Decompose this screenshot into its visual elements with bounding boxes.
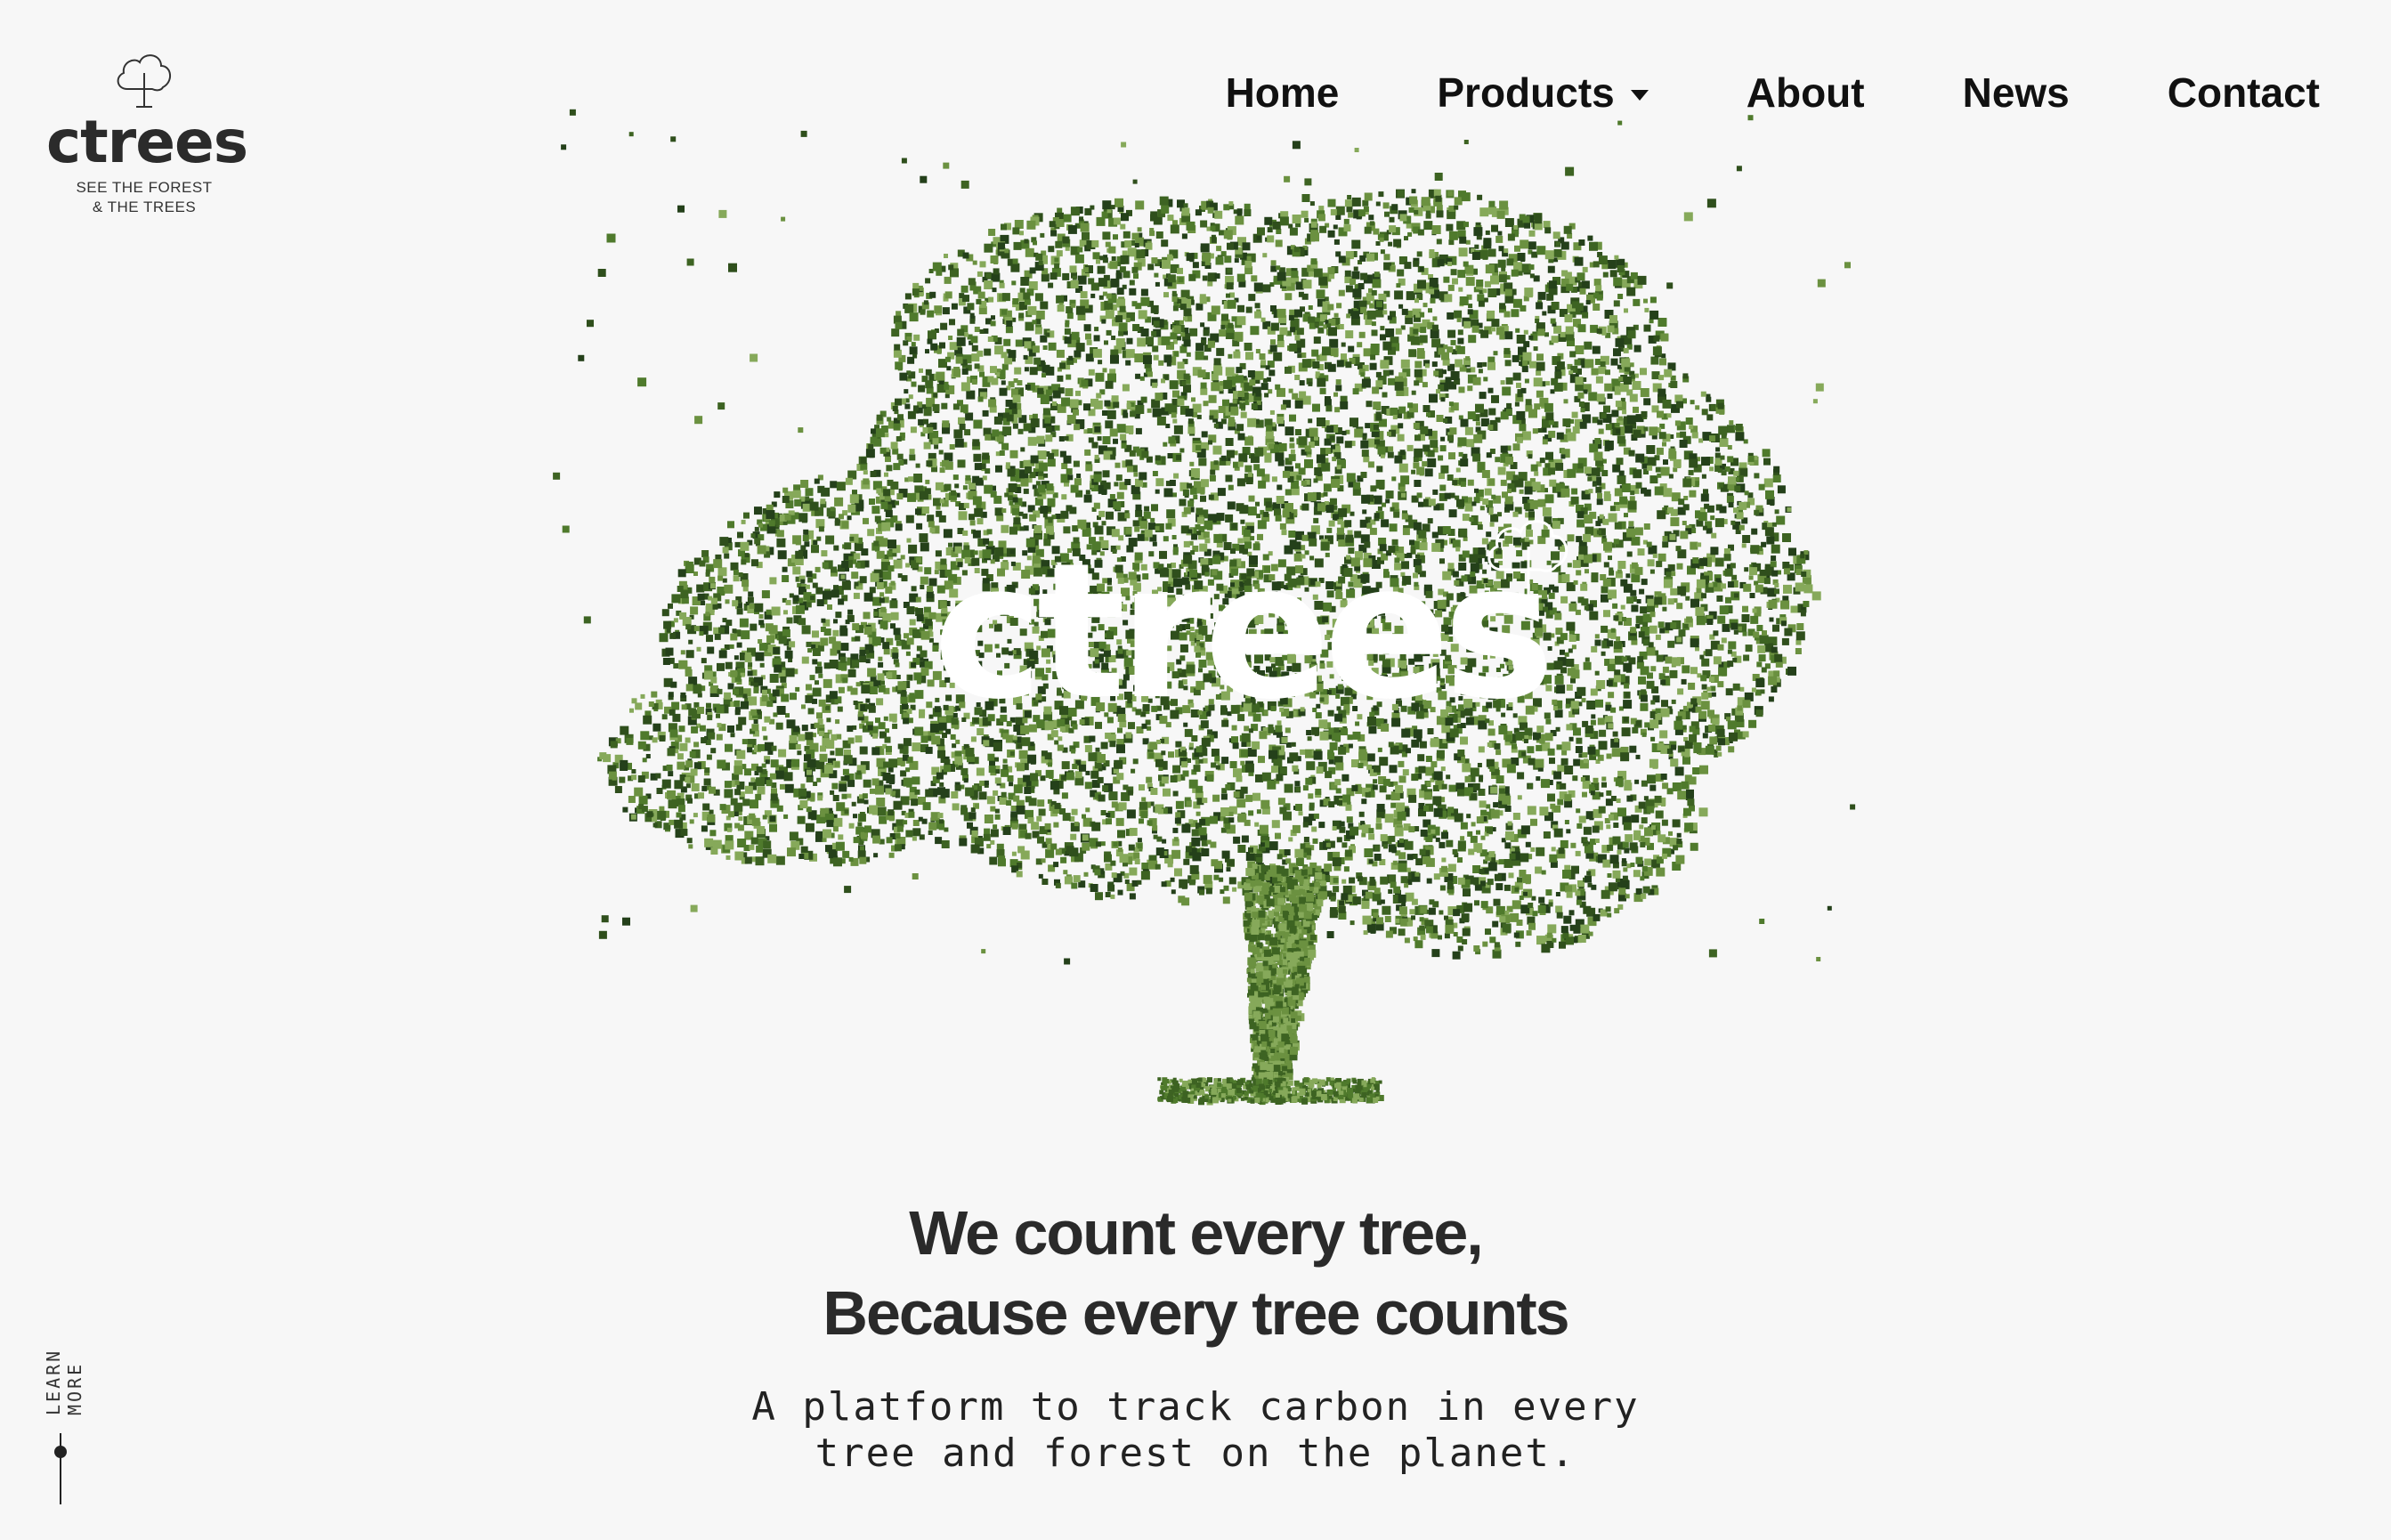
hero-subline-line-2: tree and forest on the planet. bbox=[815, 1431, 1576, 1476]
scroll-indicator-dot bbox=[54, 1446, 67, 1458]
nav-contact[interactable]: Contact bbox=[2168, 66, 2320, 119]
hero-headline-line-2: Because every tree counts bbox=[823, 1278, 1569, 1348]
hero-subline-line-1: A platform to track carbon in every bbox=[751, 1384, 1640, 1430]
hero-headline: We count every tree, Because every tree … bbox=[0, 1193, 2391, 1353]
tree-cloud-icon bbox=[1487, 520, 1568, 598]
logo-wordmark: ctrees bbox=[46, 108, 248, 176]
learn-more-scroll[interactable]: LEARN MORE bbox=[43, 1282, 85, 1513]
hero-subline: A platform to track carbon in every tree… bbox=[0, 1384, 2391, 1477]
scroll-line bbox=[60, 1433, 61, 1504]
site-logo[interactable]: ctrees SEE THE FOREST & THE TREES bbox=[46, 46, 248, 217]
learn-more-label[interactable]: LEARN MORE bbox=[43, 1282, 85, 1415]
logo-tagline-1: SEE THE FOREST bbox=[76, 179, 213, 196]
logo-tagline-2: & THE TREES bbox=[92, 199, 197, 215]
nav-contact-label: Contact bbox=[2167, 69, 2320, 116]
hero-wordmark: ctrees bbox=[933, 523, 1554, 741]
tree-cloud-icon bbox=[117, 54, 171, 108]
nav-news[interactable]: News bbox=[1963, 66, 2070, 119]
hero-headline-line-1: We count every tree, bbox=[909, 1198, 1483, 1268]
nav-news-label: News bbox=[1962, 69, 2070, 116]
hero-tree-illustration: ctrees bbox=[534, 80, 1923, 1113]
